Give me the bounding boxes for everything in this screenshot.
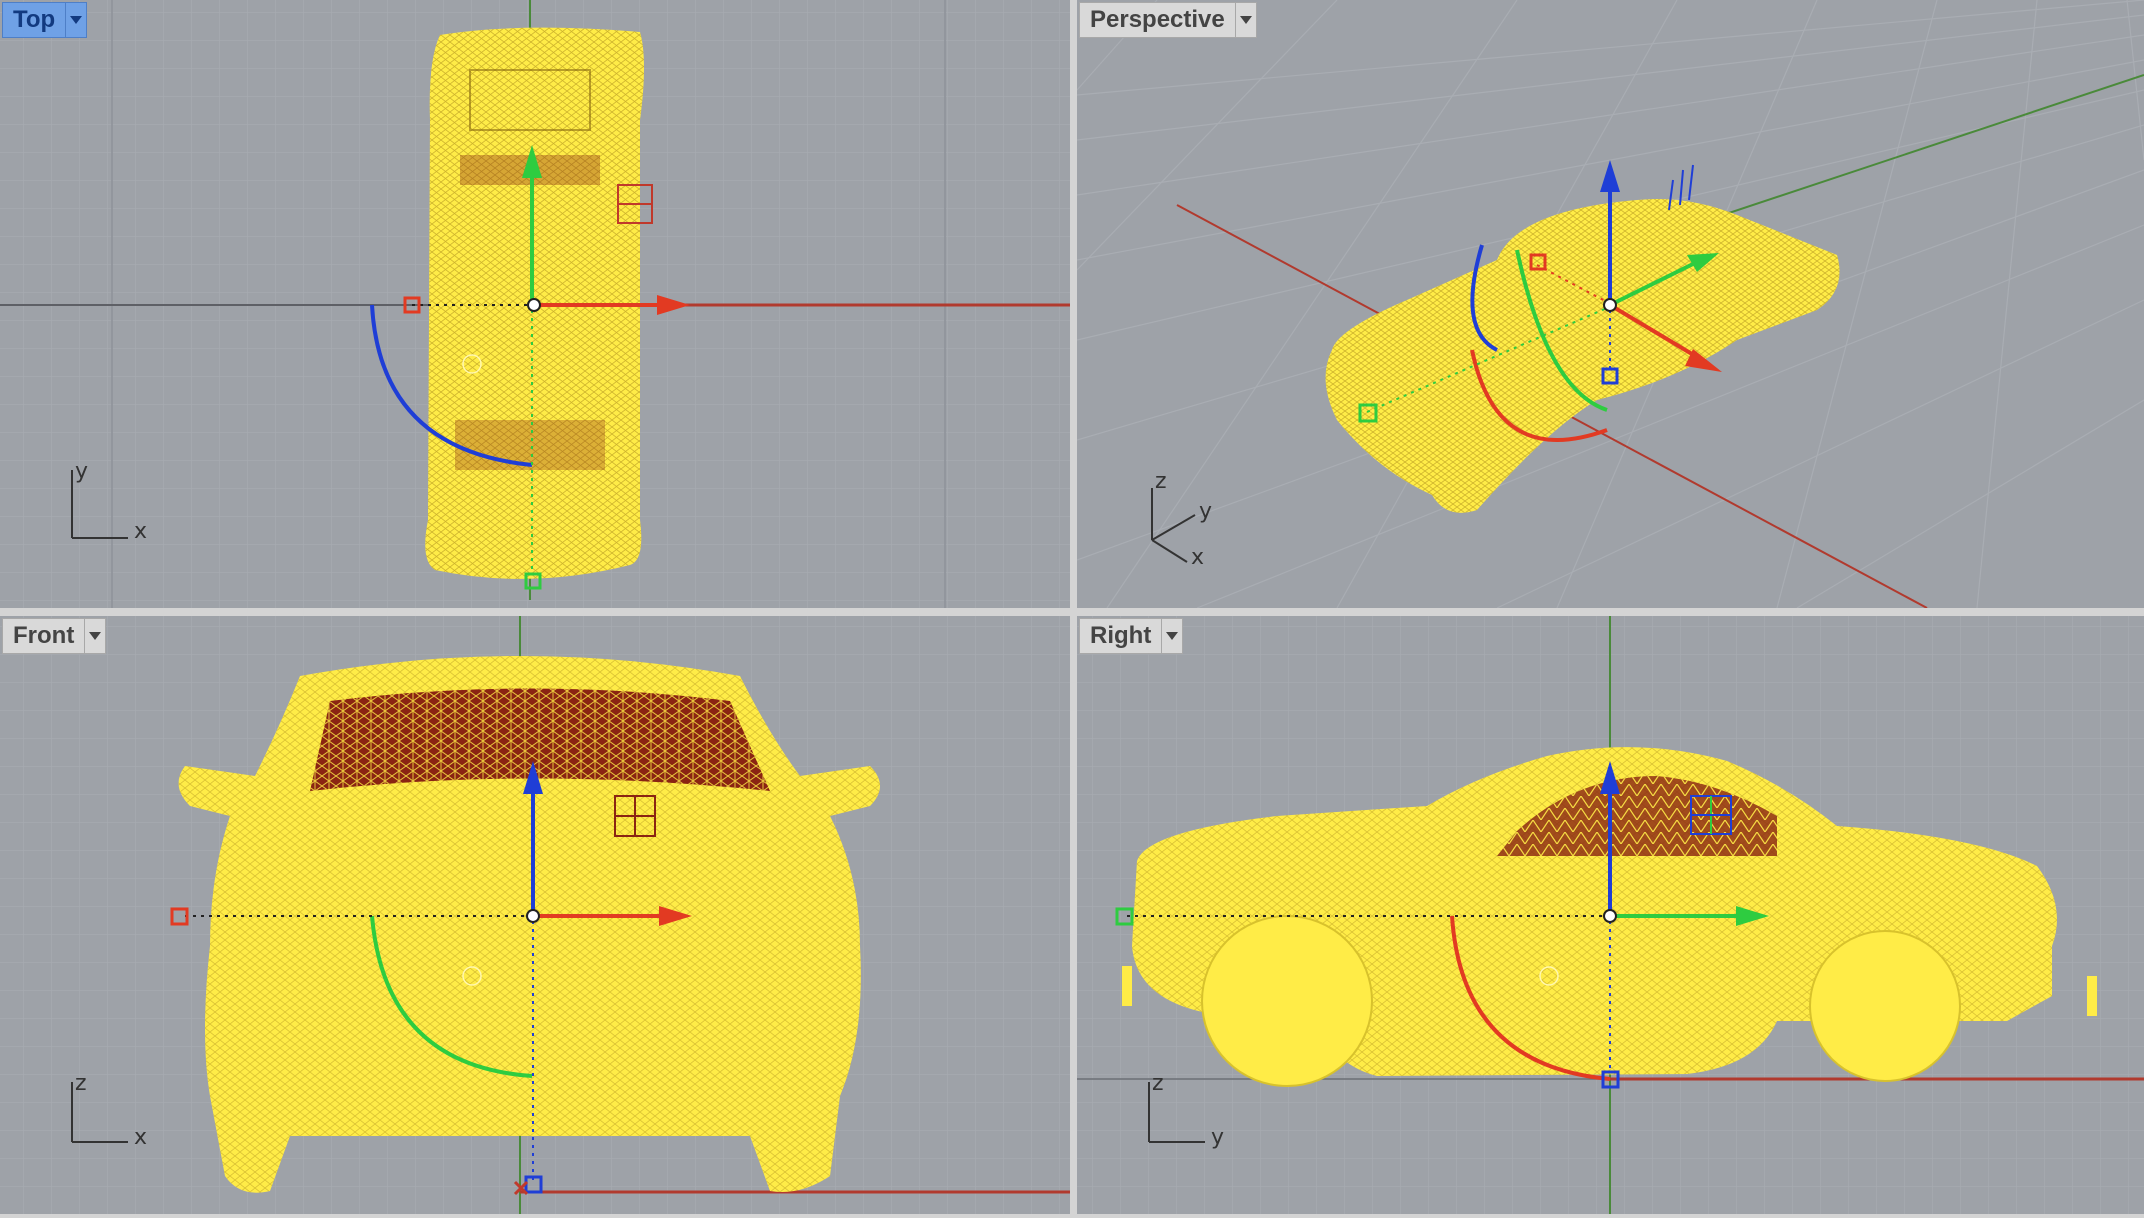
axis-label-x: x	[1191, 545, 1204, 570]
car-model-perspective[interactable]	[1325, 164, 1840, 513]
viewport-title-front[interactable]: Front	[3, 619, 84, 653]
viewport-title-right[interactable]: Right	[1080, 619, 1161, 653]
viewport-top[interactable]: y x Top	[0, 0, 1070, 608]
axis-label-y: y	[75, 459, 88, 484]
axis-triad-icon: z y x	[1151, 469, 1212, 570]
viewport-tab-perspective[interactable]: Perspective	[1079, 2, 1257, 38]
viewport-tab-front[interactable]: Front	[2, 618, 107, 654]
viewport-title-top[interactable]: Top	[3, 3, 65, 37]
axis-label-z: z	[1152, 1071, 1164, 1096]
right-view-canvas[interactable]: z y	[1077, 616, 2144, 1214]
rear-wheel	[1201, 915, 1373, 1087]
chevron-down-icon[interactable]	[65, 3, 86, 37]
viewport-front[interactable]: z x Front	[0, 616, 1070, 1214]
front-wheel	[1809, 930, 1961, 1082]
axis-label-y: y	[1211, 1125, 1224, 1150]
axis-label-x: x	[134, 519, 147, 544]
axis-label-z: z	[75, 1071, 87, 1096]
chevron-down-icon[interactable]	[1234, 3, 1256, 37]
viewport-right[interactable]: z y Right	[1077, 616, 2144, 1214]
axis-label-z: z	[1155, 469, 1167, 494]
chevron-down-icon[interactable]	[1161, 619, 1182, 653]
viewport-tab-right[interactable]: Right	[1079, 618, 1184, 654]
viewport-tab-top[interactable]: Top	[2, 2, 88, 38]
axis-label-x: x	[134, 1125, 147, 1150]
front-view-canvas[interactable]: z x	[0, 616, 1070, 1214]
perspective-view-canvas[interactable]: z y x	[1077, 0, 2144, 608]
axis-label-y: y	[1199, 499, 1212, 524]
viewport-title-perspective[interactable]: Perspective	[1080, 3, 1235, 37]
top-view-canvas[interactable]: y x	[0, 0, 1070, 608]
chevron-down-icon[interactable]	[84, 619, 105, 653]
viewport-perspective[interactable]: z y x Perspective	[1077, 0, 2144, 608]
